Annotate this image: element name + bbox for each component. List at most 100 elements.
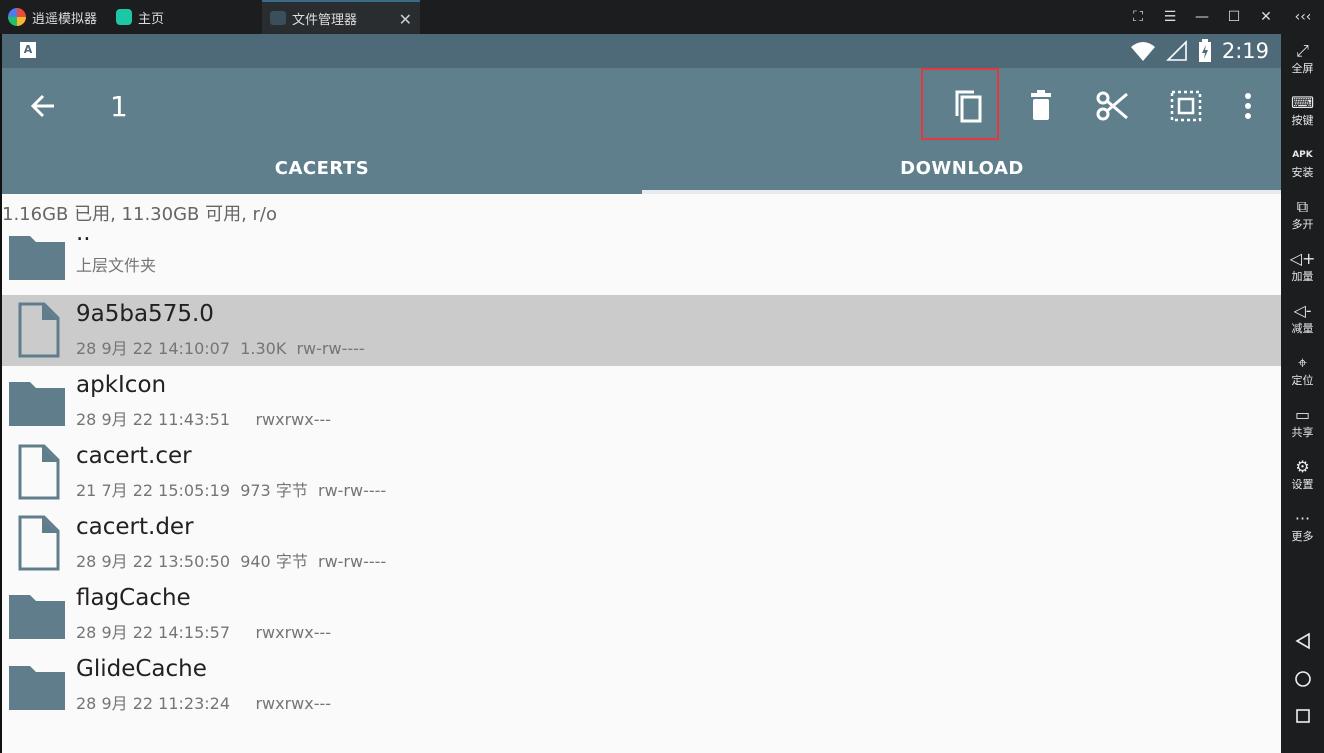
list-item[interactable]: apkIcon 28 9月 22 11:43:51 rwxrwx--- (2, 366, 1281, 437)
scissors-icon (1096, 91, 1128, 121)
file-name: cacert.der (76, 514, 194, 540)
tab-label: 主页 (138, 11, 165, 27)
status-bar: A 2:19 (2, 34, 1281, 68)
wifi-icon (1130, 42, 1155, 61)
gear-icon: ⚙ (1295, 457, 1310, 476)
sidebar-item-fullscreen[interactable]: ⤢ 全屏 (1281, 36, 1324, 88)
sidebar-item-location[interactable]: ⌖ 定位 (1281, 348, 1324, 400)
android-home-button[interactable] (1281, 661, 1324, 697)
notification-icon: A (20, 42, 36, 58)
delete-button[interactable] (1020, 85, 1062, 127)
multi-instance-icon: ⧉ (1296, 197, 1309, 216)
nav-recents-icon (1295, 709, 1310, 723)
tab-label: 文件管理器 (292, 12, 358, 28)
folder-icon (9, 382, 65, 426)
sidebar-item-share[interactable]: ▭ 共享 (1281, 400, 1324, 452)
home-app-icon (116, 9, 132, 25)
battery-icon (1198, 39, 1211, 62)
sidebar-item-volume-up[interactable]: ◁+ 加量 (1281, 244, 1324, 296)
collapse-sidebar-icon[interactable]: ‹‹‹ (1282, 9, 1324, 25)
emulator-sidebar: ⤢ 全屏 ⌨ 按键 APK 安装 ⧉ 多开 ◁+ 加量 ◁- 减量 ⌖ 定位 ▭… (1281, 34, 1324, 753)
volume-down-icon: ◁- (1293, 301, 1312, 320)
file-meta: 28 9月 22 13:50:50 940 字节 rw-rw---- (76, 552, 387, 571)
maximize-icon[interactable]: ☐ (1218, 9, 1250, 25)
storage-info: 1.16GB 已用, 11.30GB 可用, r/o (2, 204, 278, 225)
sidebar-item-keys[interactable]: ⌨ 按键 (1281, 88, 1324, 140)
file-icon (18, 515, 60, 571)
sidebar-item-install[interactable]: APK 安装 (1281, 140, 1324, 192)
select-all-button[interactable] (1165, 85, 1207, 127)
window-controls: ⛶ ☰ — ☐ ✕ ‹‹‹ (1122, 0, 1324, 34)
cut-button[interactable] (1092, 85, 1134, 127)
file-icon (18, 302, 60, 358)
folder-icon (9, 236, 65, 280)
back-button[interactable] (26, 88, 62, 124)
file-list: .. 上层文件夹 9a5ba575.0 28 9月 22 14:10:07 1.… (2, 220, 1281, 721)
file-meta: 28 9月 22 11:23:24 rwxrwx--- (76, 694, 332, 713)
sidebar-item-multi[interactable]: ⧉ 多开 (1281, 192, 1324, 244)
select-all-icon (1170, 90, 1202, 122)
file-meta: 28 9月 22 11:43:51 rwxrwx--- (76, 410, 332, 429)
file-icon (18, 444, 60, 500)
copy-icon (955, 90, 982, 123)
file-name: apkIcon (76, 372, 167, 398)
tab-cacerts[interactable]: CACERTS (2, 154, 642, 194)
sidebar-item-more[interactable]: ··· 更多 (1281, 504, 1324, 556)
emulator-titlebar: 逍遥模拟器 主页 文件管理器 ✕ ⛶ ☰ — ☐ ✕ ‹‹‹ (0, 0, 1324, 34)
keyboard-icon: ⌨ (1290, 93, 1315, 112)
more-dots-icon: ··· (1294, 509, 1311, 528)
tab-emulator-app[interactable]: 逍遥模拟器 (0, 0, 108, 34)
file-meta: 21 7月 22 15:05:19 973 字节 rw-rw---- (76, 481, 387, 500)
clock: 2:19 (1221, 39, 1269, 63)
screenshot-icon[interactable]: ⛶ (1122, 9, 1154, 25)
file-name: GlideCache (76, 656, 207, 682)
tab-label: 逍遥模拟器 (32, 11, 98, 27)
file-name: flagCache (76, 585, 191, 611)
file-name: 9a5ba575.0 (76, 301, 214, 327)
app-toolbar: 1 CACERTS DOWNLOAD (2, 68, 1281, 194)
minimize-icon[interactable]: — (1186, 9, 1218, 25)
sidebar-item-settings[interactable]: ⚙ 设置 (1281, 452, 1324, 504)
tab-indicator (642, 190, 1281, 194)
list-item-selected[interactable]: 9a5ba575.0 28 9月 22 14:10:07 1.30K rw-rw… (2, 295, 1281, 366)
more-vert-icon (1245, 93, 1251, 119)
volume-up-icon: ◁+ (1289, 249, 1316, 268)
list-item[interactable]: flagCache 28 9月 22 14:15:57 rwxrwx--- (2, 579, 1281, 650)
selection-count: 1 (110, 90, 128, 123)
close-window-icon[interactable]: ✕ (1250, 9, 1282, 25)
apk-icon: APK (1292, 150, 1313, 160)
overflow-menu-button[interactable] (1227, 85, 1269, 127)
file-name: .. (76, 220, 91, 246)
file-meta: 28 9月 22 14:10:07 1.30K rw-rw---- (76, 339, 365, 358)
folder-tabs: CACERTS DOWNLOAD (2, 154, 1281, 194)
tab-file-manager[interactable]: 文件管理器 ✕ (262, 0, 420, 34)
list-item[interactable]: cacert.cer 21 7月 22 15:05:19 973 字节 rw-r… (2, 437, 1281, 508)
list-item[interactable]: cacert.der 28 9月 22 13:50:50 940 字节 rw-r… (2, 508, 1281, 579)
fullscreen-icon: ⤢ (1296, 41, 1309, 60)
file-manager-app-icon (270, 11, 286, 25)
trash-icon (1031, 90, 1051, 120)
signal-icon (1165, 40, 1187, 61)
folder-share-icon: ▭ (1294, 405, 1311, 424)
android-screen: A 2:19 1 CACERTS DOWNLOAD 1.16GB 已用, 11.… (2, 34, 1281, 753)
emulator-logo-icon (8, 8, 26, 26)
list-item-parent-folder[interactable]: .. 上层文件夹 (2, 220, 1281, 284)
tab-download[interactable]: DOWNLOAD (642, 154, 1281, 194)
file-meta: 上层文件夹 (76, 256, 157, 275)
list-item[interactable]: GlideCache 28 9月 22 11:23:24 rwxrwx--- (2, 650, 1281, 721)
nav-home-icon (1294, 671, 1311, 687)
sidebar-item-volume-down[interactable]: ◁- 减量 (1281, 296, 1324, 348)
menu-icon[interactable]: ☰ (1154, 9, 1186, 25)
file-meta: 28 9月 22 14:15:57 rwxrwx--- (76, 623, 332, 642)
folder-icon (9, 666, 65, 710)
android-back-button[interactable] (1281, 623, 1324, 659)
back-arrow-icon (30, 94, 54, 118)
location-icon: ⌖ (1297, 353, 1307, 372)
file-name: cacert.cer (76, 443, 192, 469)
copy-button[interactable] (947, 85, 989, 127)
nav-back-icon (1294, 632, 1310, 650)
android-recents-button[interactable] (1281, 698, 1324, 734)
tab-home[interactable]: 主页 (108, 0, 262, 34)
folder-icon (9, 595, 65, 639)
close-tab-icon[interactable]: ✕ (399, 10, 412, 29)
